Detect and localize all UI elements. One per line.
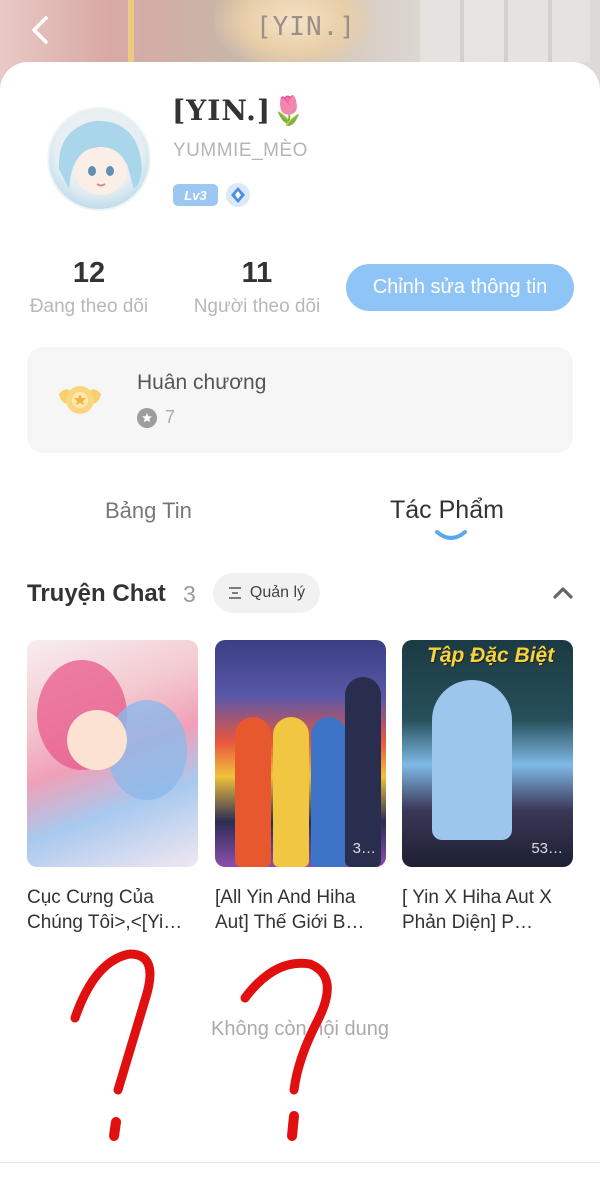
star-badge-icon <box>137 407 157 428</box>
medals-card[interactable]: Huân chương 7 <box>27 347 573 453</box>
chevron-up-icon[interactable] <box>551 582 575 604</box>
section-count: 3 <box>183 581 196 607</box>
story-thumbnail[interactable]: 3… <box>215 640 386 867</box>
following-label: Đang theo dõi <box>29 296 149 317</box>
medals-title: Huân chương <box>137 371 267 394</box>
sort-icon <box>228 587 241 599</box>
following-stat[interactable]: 12 Đang theo dõi <box>4 257 174 318</box>
back-button[interactable] <box>22 12 58 48</box>
medals-count: 7 <box>165 407 176 427</box>
thumbnail-art <box>235 717 271 867</box>
banner-decoration <box>128 0 134 70</box>
story-caption[interactable]: Cục Cưng Của Chúng Tôi>,<[Yi… <box>27 885 198 935</box>
level-badge[interactable]: Lv3 <box>173 184 218 206</box>
story-thumbnail[interactable] <box>27 640 198 867</box>
banner-title: [YIN.] <box>256 12 356 42</box>
medal-icon <box>59 386 101 414</box>
banner-decoration <box>420 0 590 62</box>
thumbnail-art <box>67 710 127 770</box>
thumbnail-art <box>432 680 512 840</box>
manage-button[interactable]: Quản lý <box>213 573 320 613</box>
story-thumbnail[interactable]: Tập Đặc Biệt 53… <box>402 640 573 867</box>
section-title: Truyện Chat <box>27 580 166 607</box>
manage-label: Quản lý <box>249 584 306 601</box>
avatar[interactable] <box>47 107 151 211</box>
story-caption[interactable]: [All Yin And Hiha Aut] Thế Giới B… <box>215 885 386 935</box>
story-caption[interactable]: [ Yin X Hiha Aut X Phản Diện] P… <box>402 885 573 935</box>
tab-news-feed[interactable]: Bảng Tin <box>105 498 192 524</box>
followers-count: 11 <box>241 257 273 289</box>
active-tab-indicator <box>435 530 467 540</box>
followers-label: Người theo dõi <box>193 296 321 317</box>
view-count: 53… <box>531 840 563 857</box>
followers-stat[interactable]: 11 Người theo dõi <box>172 257 342 318</box>
chevron-left-icon <box>32 16 48 44</box>
no-more-content-text: Không còn nội dung <box>211 1018 389 1040</box>
thumbnail-banner-text: Tập Đặc Biệt <box>427 644 555 667</box>
edit-profile-button[interactable]: Chỉnh sửa thông tin <box>346 264 574 311</box>
view-count: 3… <box>352 840 376 857</box>
following-count: 12 <box>72 257 106 289</box>
bottom-divider <box>0 1162 600 1163</box>
avatar-image <box>58 120 142 195</box>
thumbnail-art <box>311 717 347 867</box>
thumbnail-art <box>345 677 381 867</box>
username: [YIN.]🌷 <box>172 94 307 127</box>
medals-count-row: 7 <box>137 407 175 428</box>
thumbnail-art <box>273 717 309 867</box>
user-handle: YUMMIE_MÈO <box>173 140 308 161</box>
tab-works[interactable]: Tác Phẩm <box>390 496 504 525</box>
diamond-badge-icon[interactable] <box>226 183 250 207</box>
